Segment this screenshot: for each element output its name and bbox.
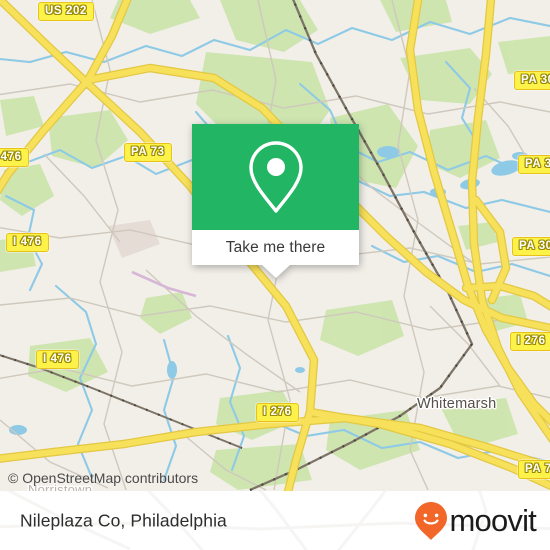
road-shield: I 476	[0, 148, 29, 167]
popup-header	[192, 124, 359, 230]
road-shield: I 476	[36, 350, 79, 369]
road-shield: I 276	[510, 332, 550, 351]
moovit-pin-smiley-icon	[415, 501, 448, 540]
place-label: Whitemarsh	[417, 396, 497, 412]
road-shield: I 276	[256, 403, 299, 422]
road-shield: I 476	[6, 233, 49, 252]
popup-action-bar[interactable]: Take me there	[192, 230, 359, 278]
road-shield: PA 73	[124, 143, 172, 162]
page-title: Nileplaza Co, Philadelphia	[20, 510, 227, 530]
footer-bar: Nileplaza Co, Philadelphia moovit	[0, 491, 550, 550]
popup-tail-pointer	[261, 265, 290, 278]
location-popup-card[interactable]: Take me there	[192, 124, 359, 278]
take-me-there-label: Take me there	[225, 238, 326, 256]
road-shield: PA 309	[512, 237, 550, 256]
road-shield: PA 309	[514, 71, 550, 90]
map-screenshot-root: US 202 PA 73 I 476 I 476 I 476 I 276 I 276 PA 3…	[0, 0, 550, 550]
road-shield: PA 309	[518, 155, 550, 174]
moovit-brand-logo[interactable]: moovit	[414, 501, 537, 541]
moovit-wordmark: moovit	[449, 503, 536, 538]
map-pin-icon	[248, 141, 303, 213]
road-shield: US 202	[38, 2, 94, 21]
road-shield: PA 73	[518, 460, 550, 479]
osm-attribution[interactable]: © OpenStreetMap contributors	[8, 470, 198, 486]
